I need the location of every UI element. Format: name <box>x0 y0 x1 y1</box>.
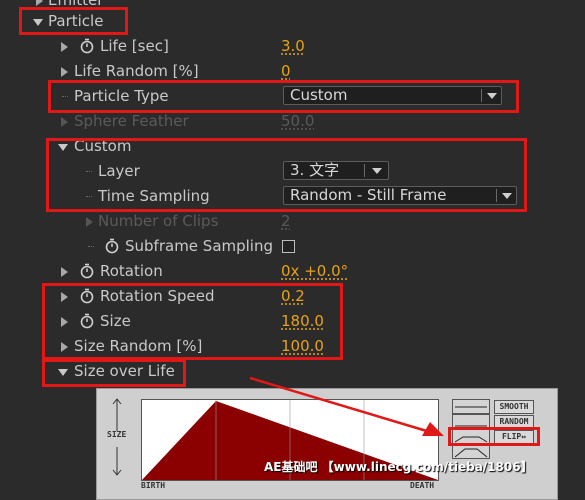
tree-connector <box>86 171 92 173</box>
size-label: Size <box>100 312 131 330</box>
size-random-value[interactable]: 100.0 <box>281 337 324 355</box>
expand-arrow-icon[interactable] <box>61 267 68 277</box>
particle-type-label: Particle Type <box>74 87 169 105</box>
sphere-feather-value: 50.0 <box>281 112 315 130</box>
size-over-life-label: Size over Life <box>74 362 175 380</box>
x-axis-end-label: DEATH <box>410 481 435 490</box>
dropdown-separator <box>481 89 482 102</box>
stopwatch-icon[interactable] <box>79 263 95 279</box>
time-sampling-row: Time Sampling Random - Still Frame <box>0 184 585 209</box>
life-row: Life [sec] 3.0 <box>0 34 585 59</box>
preset-curve-ramp[interactable] <box>452 414 490 429</box>
layer-dropdown[interactable]: 3. 文字 <box>283 161 389 180</box>
number-of-clips-value: 2 <box>281 212 291 230</box>
time-sampling-selected: Random - Still Frame <box>290 186 447 204</box>
tree-connector <box>62 96 68 98</box>
layer-label: Layer <box>98 162 140 180</box>
tree-connector <box>88 246 94 248</box>
particle-type-selected: Custom <box>290 86 348 104</box>
preset-curve-hump[interactable] <box>452 444 490 459</box>
subframe-sampling-checkbox[interactable] <box>282 240 295 253</box>
dropdown-separator <box>496 189 497 202</box>
watermark-text: AE基础吧 【www.linecg.com/tieba/1806】 <box>264 460 533 474</box>
size-random-label: Size Random [%] <box>74 337 203 355</box>
random-button[interactable]: RANDOM <box>494 415 534 429</box>
dropdown-separator <box>364 164 365 177</box>
sphere-feather-label: Sphere Feather <box>74 112 189 130</box>
y-axis-label: SIZE <box>107 430 127 439</box>
rotation-speed-label: Rotation Speed <box>100 287 215 305</box>
rotation-label: Rotation <box>100 262 163 280</box>
collapse-arrow-icon[interactable] <box>33 19 43 26</box>
expand-arrow-icon[interactable] <box>61 67 68 77</box>
sphere-feather-row: Sphere Feather 50.0 <box>0 109 585 134</box>
curve-ramp-icon <box>455 425 487 427</box>
life-random-label: Life Random [%] <box>74 62 199 80</box>
flip-button[interactable]: FLIP↔ <box>494 430 534 444</box>
expand-arrow-icon[interactable] <box>61 317 68 327</box>
size-row: Size 180.0 <box>0 309 585 334</box>
chevron-down-icon <box>487 93 497 99</box>
collapse-arrow-icon[interactable] <box>58 144 68 151</box>
particle-group-row[interactable]: Particle <box>0 9 585 34</box>
size-random-row: Size Random [%] 100.0 <box>0 334 585 359</box>
subframe-sampling-label: Subframe Sampling <box>125 237 274 255</box>
particle-type-dropdown[interactable]: Custom <box>283 86 502 105</box>
preset-curve-flat[interactable] <box>452 399 490 414</box>
chevron-down-icon <box>372 168 382 174</box>
tree-connector <box>86 196 92 198</box>
expand-arrow-icon <box>86 217 93 227</box>
number-of-clips-label: Number of Clips <box>98 212 219 230</box>
number-of-clips-row: Number of Clips 2 <box>0 209 585 234</box>
preset-curve-bell[interactable] <box>452 429 490 444</box>
life-random-row: Life Random [%] 0 <box>0 59 585 84</box>
custom-group-row[interactable]: Custom <box>0 134 585 159</box>
particle-type-row: Particle Type Custom <box>0 84 585 109</box>
subframe-sampling-row: Subframe Sampling <box>0 234 585 259</box>
time-sampling-dropdown[interactable]: Random - Still Frame <box>283 186 517 205</box>
stopwatch-icon[interactable] <box>79 288 95 304</box>
life-random-value[interactable]: 0 <box>281 62 291 80</box>
custom-label: Custom <box>74 137 132 155</box>
curve-bell-icon <box>454 436 488 443</box>
expand-arrow-icon[interactable] <box>61 42 68 52</box>
size-value[interactable]: 180.0 <box>281 312 324 330</box>
collapse-arrow-icon[interactable] <box>58 369 68 376</box>
emitter-label: Emitter <box>48 0 104 9</box>
x-axis-start-label: BIRTH <box>141 481 166 490</box>
time-sampling-label: Time Sampling <box>98 187 210 205</box>
rotation-row: Rotation 0x +0.0° <box>0 259 585 284</box>
particle-label: Particle <box>48 12 104 30</box>
expand-arrow-icon[interactable] <box>61 342 68 352</box>
stopwatch-icon[interactable] <box>104 238 120 254</box>
expand-arrow-icon[interactable] <box>61 292 68 302</box>
stopwatch-icon[interactable] <box>79 38 95 54</box>
layer-selected: 3. 文字 <box>290 161 340 179</box>
rotation-speed-row: Rotation Speed 0.2 <box>0 284 585 309</box>
smooth-button[interactable]: SMOOTH <box>494 400 534 414</box>
chevron-down-icon <box>502 193 512 199</box>
expand-arrow-icon[interactable] <box>36 0 43 6</box>
life-value[interactable]: 3.0 <box>281 37 305 55</box>
rotation-speed-value[interactable]: 0.2 <box>281 287 305 305</box>
stopwatch-icon[interactable] <box>79 313 95 329</box>
annotation-arrow-icon <box>249 376 444 436</box>
rotation-value[interactable]: 0x +0.0° <box>281 262 348 280</box>
life-label: Life [sec] <box>100 37 169 55</box>
curve-flat-icon <box>455 406 487 408</box>
layer-row: Layer 3. 文字 <box>0 159 585 184</box>
expand-arrow-icon <box>61 117 68 127</box>
